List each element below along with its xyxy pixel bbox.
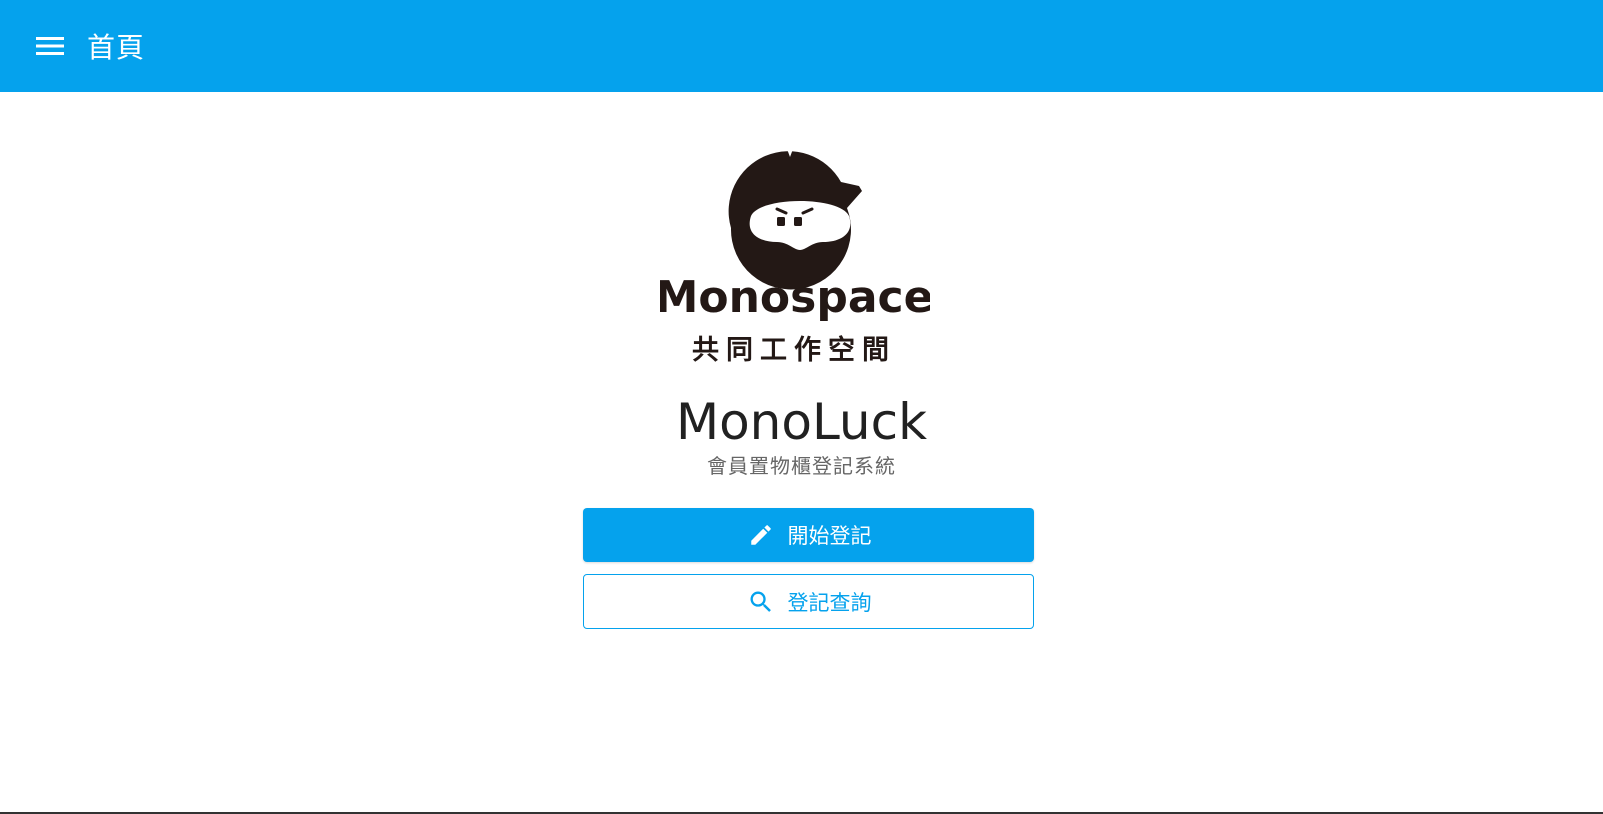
start-registration-label: 開始登記 <box>787 524 872 548</box>
svg-text:共同工作空間: 共同工作空間 <box>692 334 896 366</box>
main-content: Monospace 共同工作空間 MonoLuck 會員置物櫃登記系統 開始登記… <box>0 92 1603 795</box>
app-subtitle: 會員置物櫃登記系統 <box>707 454 896 478</box>
page-title: 首頁 <box>87 31 146 64</box>
menu-button[interactable] <box>35 31 65 61</box>
search-icon <box>746 587 776 617</box>
start-registration-button[interactable]: 開始登記 <box>583 508 1034 562</box>
app-bar: 首頁 <box>0 0 1603 92</box>
app-name: MonoLuck <box>675 393 928 451</box>
hamburger-menu-icon <box>36 37 64 55</box>
pencil-icon <box>746 520 776 550</box>
query-registration-button[interactable]: 登記查詢 <box>583 574 1034 629</box>
query-registration-label: 登記查詢 <box>787 590 872 615</box>
svg-text:Monospace: Monospace <box>660 272 930 323</box>
monospace-logo: Monospace 共同工作空間 <box>660 137 930 366</box>
